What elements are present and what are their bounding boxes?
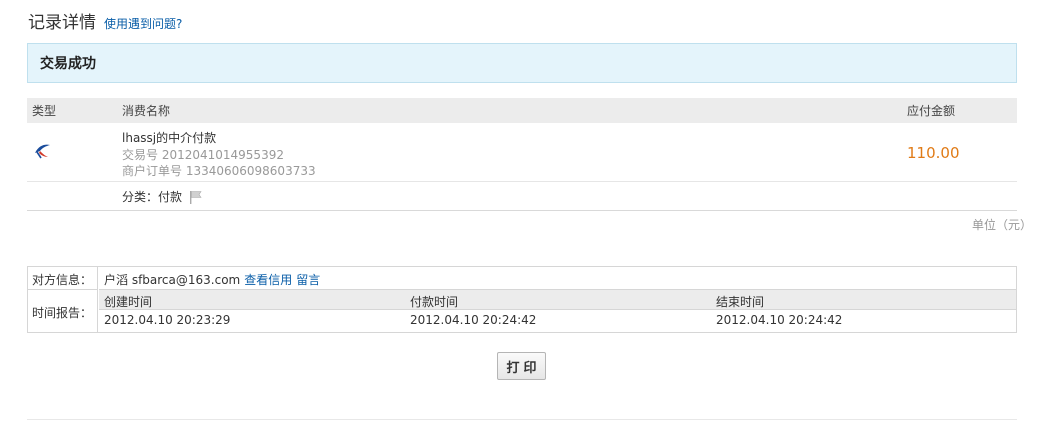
paid-time-header: 付款时间 xyxy=(410,295,459,309)
bottom-divider xyxy=(27,419,1017,420)
status-banner: 交易成功 xyxy=(27,43,1017,83)
page-header: 记录详情 使用遇到问题? xyxy=(28,8,182,33)
party-label: 对方信息： xyxy=(32,273,93,287)
column-header-type: 类型 xyxy=(32,104,57,118)
leave-message-link[interactable]: 留言 xyxy=(296,271,320,288)
end-time-value: 2012.04.10 20:24:42 xyxy=(716,313,843,327)
trade-number: 交易号 2012041014955392 xyxy=(122,148,284,162)
alipay-swallow-icon xyxy=(35,144,50,159)
flag-icon[interactable] xyxy=(188,190,204,204)
table-header: 类型 消费名称 应付金额 xyxy=(27,98,1017,123)
paid-time-value: 2012.04.10 20:24:42 xyxy=(410,313,537,327)
category-label: 分类：付款 xyxy=(122,190,183,204)
table-row: lhassj的中介付款 交易号 2012041014955392 商户订单号 1… xyxy=(27,123,1017,182)
party-name: 户滔 sfbarca@163.com xyxy=(104,273,241,287)
time-value-row: 2012.04.10 20:23:29 2012.04.10 20:24:42 … xyxy=(99,310,1016,332)
info-label-column: 对方信息： 时间报告： xyxy=(28,267,98,332)
time-label: 时间报告： xyxy=(32,306,93,320)
created-time-header: 创建时间 xyxy=(104,295,153,309)
category-row: 分类：付款 xyxy=(27,182,1017,211)
label-divider xyxy=(28,289,98,290)
help-link[interactable]: 使用遇到问题? xyxy=(104,15,182,32)
page-title: 记录详情 xyxy=(28,13,96,33)
transaction-name: lhassj的中介付款 xyxy=(122,131,217,145)
unit-label: 单位（元） xyxy=(971,218,1032,232)
column-header-name: 消费名称 xyxy=(122,104,171,118)
order-number: 商户订单号 13340606098603733 xyxy=(122,164,316,178)
party-row: 户滔 sfbarca@163.com 查看信用 留言 xyxy=(104,271,320,288)
transaction-amount: 110.00 xyxy=(907,144,960,162)
view-credit-link[interactable]: 查看信用 xyxy=(244,271,292,288)
end-time-header: 结束时间 xyxy=(716,295,765,309)
print-button[interactable]: 打印 xyxy=(497,352,546,380)
status-text: 交易成功 xyxy=(40,56,96,72)
created-time-value: 2012.04.10 20:23:29 xyxy=(104,313,231,327)
counterparty-info: 对方信息： 时间报告： 户滔 sfbarca@163.com 查看信用 留言 创… xyxy=(27,266,1017,333)
category: 分类：付款 xyxy=(122,188,204,205)
time-header-row: 创建时间 付款时间 结束时间 xyxy=(99,289,1016,310)
transaction-table: 类型 消费名称 应付金额 lhassj的中介付款 交易号 20120410149… xyxy=(27,98,1017,211)
column-header-amount: 应付金额 xyxy=(907,104,956,118)
